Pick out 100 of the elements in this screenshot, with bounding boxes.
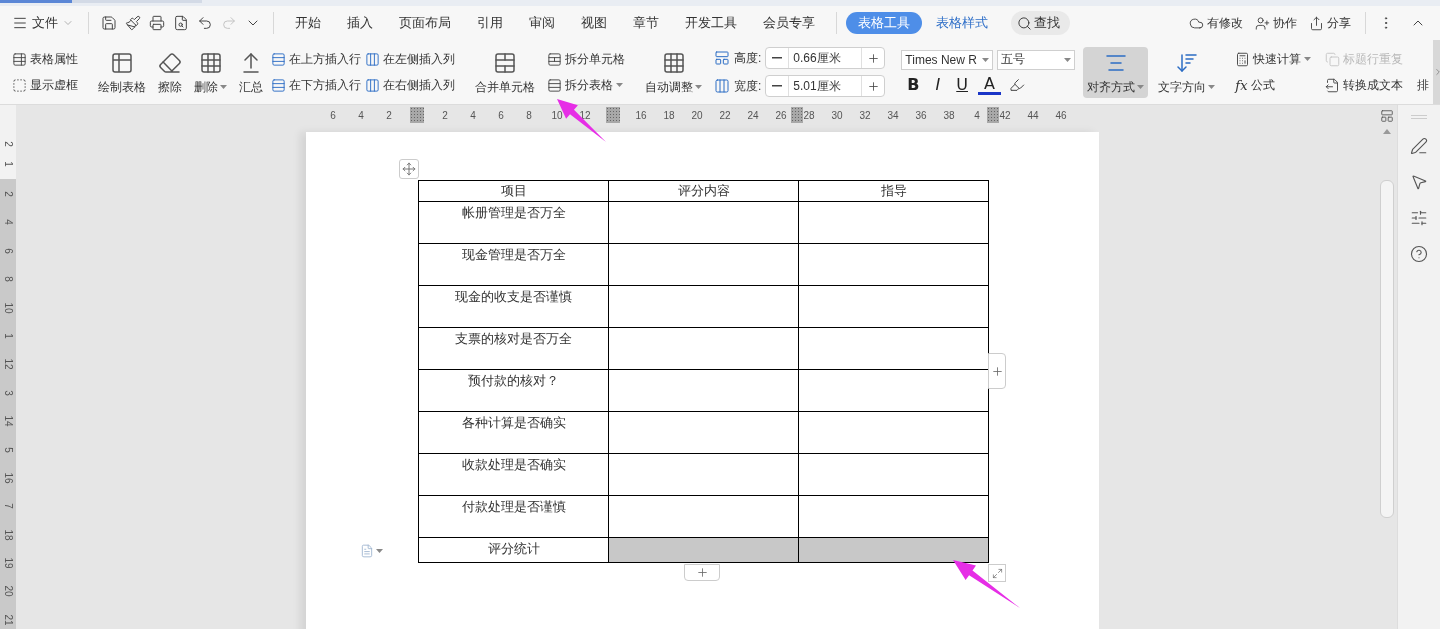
ribbon-button[interactable]: fx 公式 [1235,75,1312,95]
sliders-icon [1410,209,1428,227]
format-button[interactable]: B [901,77,926,93]
ribbon-tab[interactable]: 章节 [621,12,671,34]
chevron-right-icon [1433,67,1440,77]
scroll-up-icon[interactable] [1383,129,1391,134]
plus-icon [695,566,709,579]
ribbon-button[interactable]: 在上方插入行 [271,49,361,69]
font-family-select[interactable]: Times New R [901,49,994,70]
ribbon-tab[interactable]: 开发工具 [673,12,749,34]
ribbon-button[interactable]: 显示虚框 [12,75,78,95]
table-cell: 评分统计 [418,537,609,563]
plus-icon [866,51,880,65]
ruler-number: 18 [3,529,13,541]
scrollbar-thumb[interactable] [1380,180,1394,518]
search-button[interactable]: 查找 [1011,11,1070,35]
paragraph-menu-button[interactable] [360,544,383,558]
caret-icon [982,57,990,62]
resize-arrows-icon [991,567,1003,579]
table-cell: 支票的核对是否万全 [418,327,609,370]
ruler-margin[interactable] [410,107,424,123]
ribbon-button[interactable]: 删除 [190,46,231,98]
ruler-number: 19 [3,557,13,569]
menu-icon [12,15,28,31]
ruler-margin[interactable] [606,107,620,123]
ribbon-tab[interactable]: 视图 [569,12,619,34]
file-menu[interactable]: 文件 [12,14,80,32]
ruler-number: 1 [3,161,13,167]
ribbon-button[interactable]: 合并单元格 [471,46,539,98]
ribbon-button[interactable]: 绘制表格 [94,46,150,98]
ruler-number: 36 [914,109,928,121]
caret-icon [1064,57,1072,62]
ribbon-tab[interactable]: 插入 [335,12,385,34]
ribbon-tab[interactable]: 引用 [465,12,515,34]
ribbon-button[interactable]: 自动调整 [641,46,706,98]
insert-column-left-icon [365,51,380,67]
ribbon-button[interactable]: 拆分单元格 [547,49,625,69]
ribbon-button[interactable]: 在左侧插入列 [365,49,455,69]
ruler-number: 4 [3,219,13,226]
ruler-number: 10 [3,302,13,314]
panel-handle-icon[interactable] [1411,115,1427,119]
ruler-number: 4 [357,109,365,121]
cloud-icon [1189,15,1204,31]
table-cell: 现金管理是否万全 [418,243,609,286]
header-action-button[interactable]: 有修改 [1183,14,1249,32]
ruler-number: 2 [3,191,13,197]
ribbon-button[interactable]: 转换成文本 [1325,75,1404,95]
ribbon-button[interactable]: 排 [1417,75,1430,95]
ribbon-button[interactable]: 汇总 [235,46,267,98]
cursor-icon [1410,173,1428,191]
ruler-number: 20 [3,585,13,598]
plus-icon [990,364,1004,378]
ribbon-tab[interactable]: 审阅 [517,12,567,34]
height-field[interactable]: 0.66厘米 [788,48,863,68]
ruler-margin[interactable] [987,107,999,123]
ribbon-button[interactable]: 在右侧插入列 [365,75,455,95]
printer-icon [149,15,165,31]
ribbon-tab[interactable]: 会员专享 [751,12,827,34]
ribbon-button[interactable]: 擦除 [154,46,186,98]
ruler-margin[interactable] [791,107,803,123]
print-preview-icon [173,15,189,31]
caret-icon [376,549,383,553]
ruler-number: 2 [385,109,393,121]
ruler-number: 12 [3,358,13,370]
format-button[interactable]: U [950,77,974,93]
format-button[interactable]: A [978,75,1001,95]
ribbon-button[interactable]: 快速计算 [1235,49,1312,69]
add-column-button[interactable] [988,353,1006,389]
width-field[interactable]: 5.01厘米 [788,76,863,96]
ruler-number: 21 [3,614,13,626]
split-cells-icon [547,51,562,67]
table-cell: 收款处理是否确实 [418,453,609,496]
ruler-number: 5 [3,446,13,453]
ribbon-button[interactable]: 表格属性 [12,49,78,69]
header-action-button[interactable]: 分享 [1303,14,1357,32]
ruler-number: 24 [746,109,760,121]
font-size-select[interactable]: 五号 [997,49,1076,70]
ribbon-tab[interactable]: 开始 [283,12,333,34]
ribbon-button[interactable]: 拆分表格 [547,75,625,95]
ribbon-tab[interactable]: 页面布局 [387,12,463,34]
align-button[interactable]: 对齐方式 [1083,46,1149,98]
format-button[interactable]: I [929,77,947,93]
search-icon [1017,15,1032,31]
ruler-number: 22 [718,109,732,121]
header-action-button[interactable]: 协作 [1249,14,1303,32]
table-move-handle[interactable] [399,159,419,179]
column-width-icon [714,78,730,94]
table-cell: 预付款的核对？ [418,369,609,412]
add-row-button[interactable] [684,564,720,581]
ruler-number: 44 [1026,109,1040,121]
eraser-icon [158,50,182,75]
ribbon-button[interactable]: 文字方向 [1154,46,1220,98]
ribbon-tab[interactable]: 表格样式 [924,12,1000,34]
ribbon-button[interactable]: 在下方插入行 [271,75,361,95]
ruler-number: 20 [690,109,704,121]
ruler-number: 46 [1054,109,1068,121]
plus-icon [866,79,880,93]
table-resize-handle[interactable] [988,564,1006,582]
ruler-number: 14 [3,415,13,427]
table-pen-icon [110,50,134,75]
